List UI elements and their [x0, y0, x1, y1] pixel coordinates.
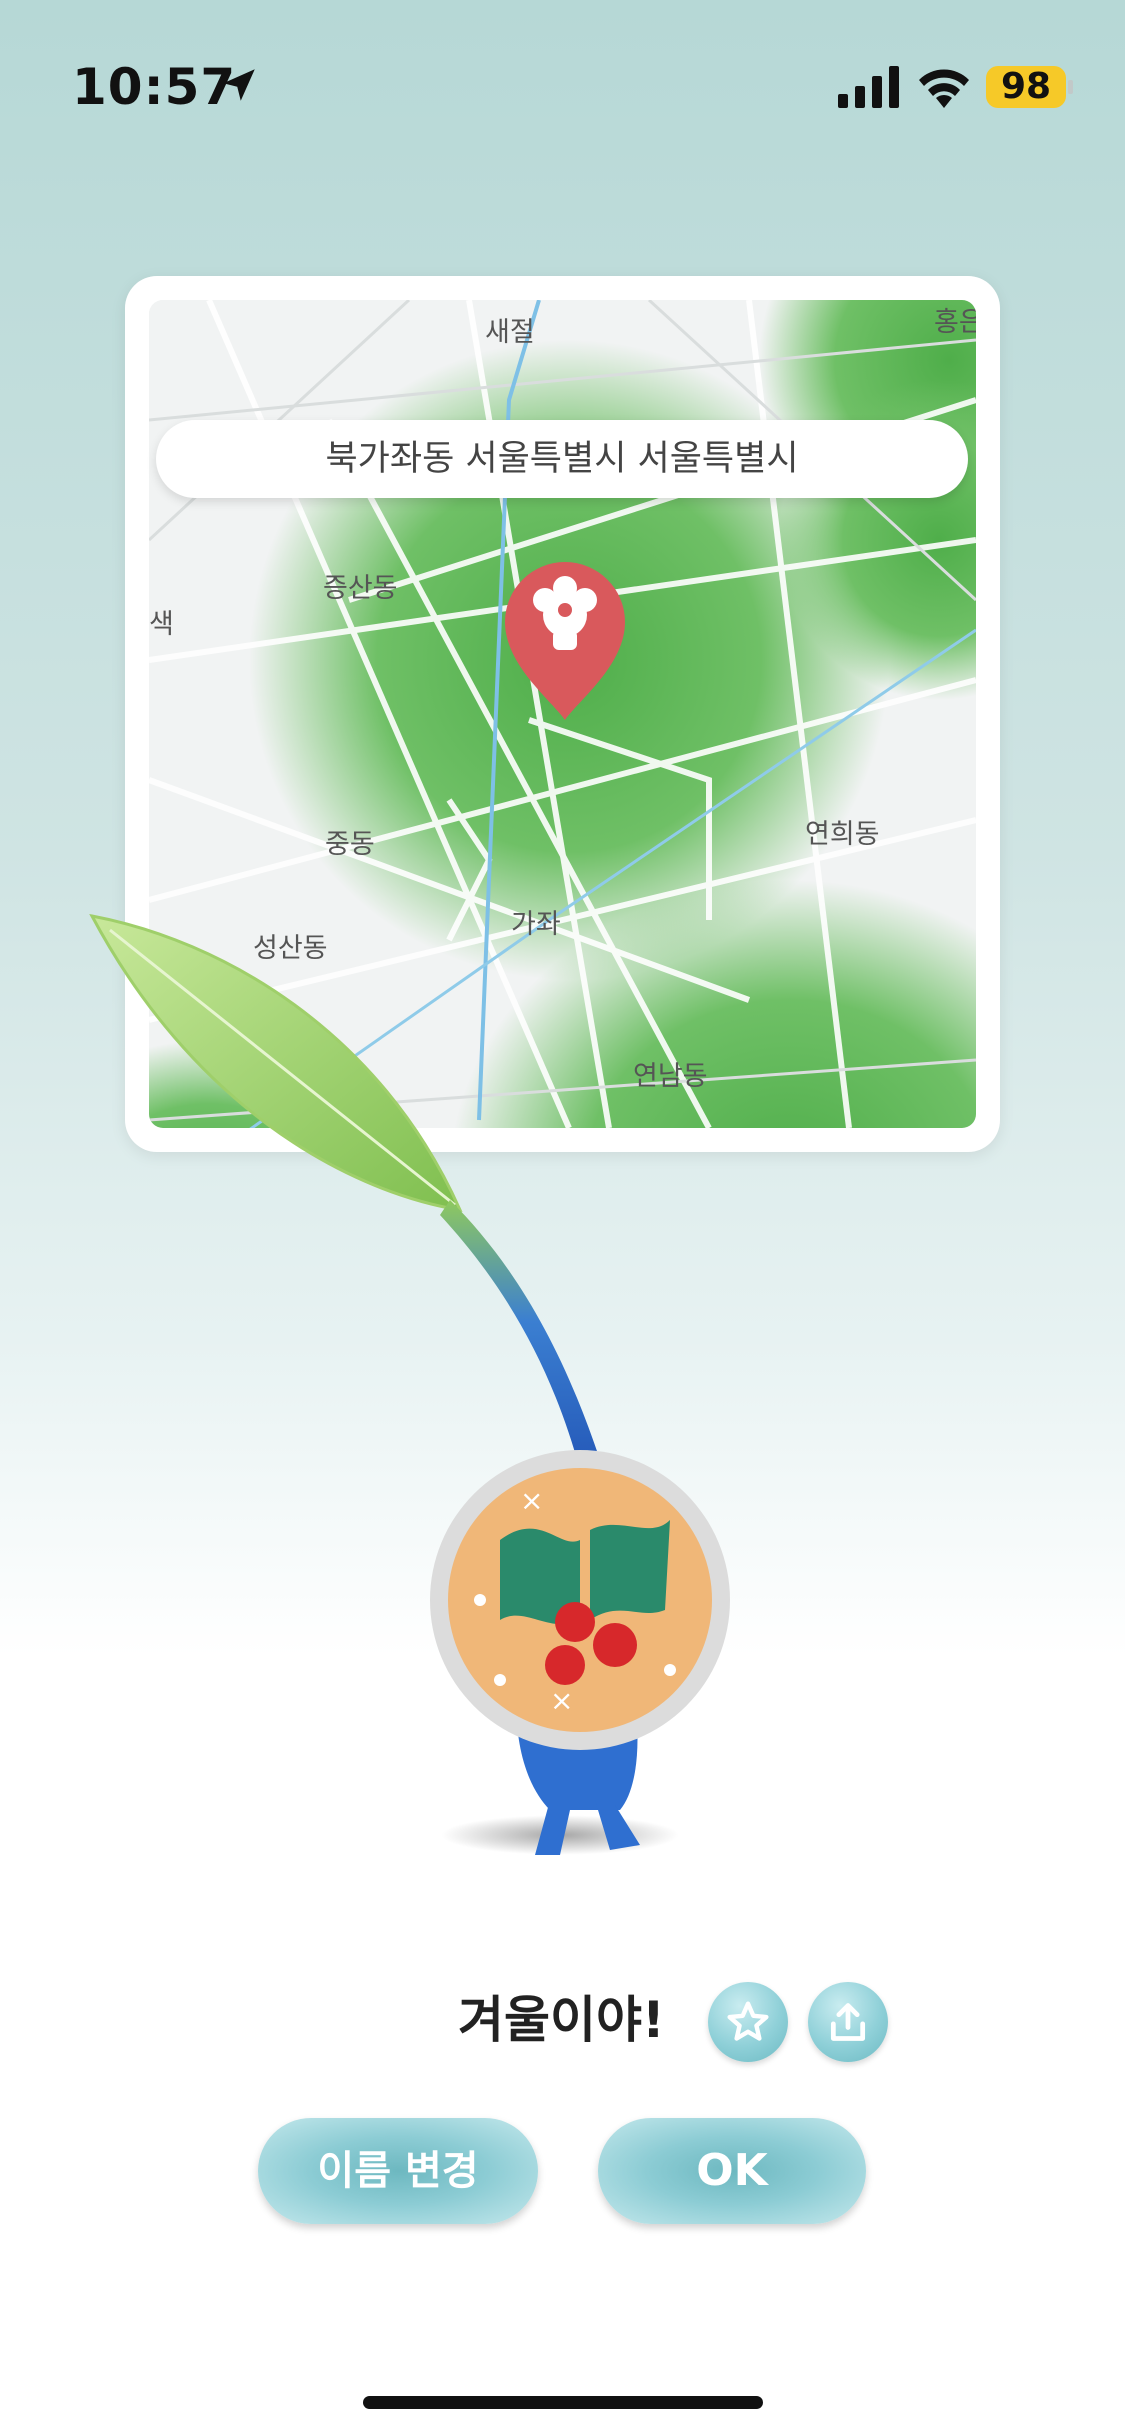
pikmin-character[interactable]: × × [80, 900, 780, 1900]
favorite-button[interactable] [708, 1982, 788, 2062]
share-icon [830, 2003, 866, 2041]
status-time: 10:57 [72, 58, 237, 116]
location-arrow-icon [223, 69, 255, 101]
ok-button[interactable]: OK [598, 2118, 866, 2224]
star-icon [727, 2001, 769, 2041]
map-label: 홍은 [934, 307, 976, 338]
map-label: 중동 [325, 829, 375, 860]
cellular-signal-icon [838, 66, 899, 108]
map-label: 연희동 [805, 819, 880, 850]
rename-button[interactable]: 이름 변경 [258, 2118, 538, 2224]
map-label: 새절 [485, 317, 535, 348]
svg-text:×: × [550, 1684, 573, 1717]
pikmin-name: 겨울이야! [458, 1991, 665, 2049]
battery-cap [1068, 80, 1073, 94]
svg-text:×: × [520, 1484, 543, 1517]
address-label: 북가좌동 서울특별시 서울특별시 [156, 420, 968, 498]
map-label: 증산동 [323, 573, 398, 604]
wifi-icon [919, 69, 969, 108]
status-bar: 10:57 98 [0, 0, 1125, 170]
battery-indicator: 98 [986, 66, 1066, 108]
map-label: 색 [149, 609, 174, 640]
home-indicator[interactable] [363, 2396, 763, 2409]
share-button[interactable] [808, 1982, 888, 2062]
